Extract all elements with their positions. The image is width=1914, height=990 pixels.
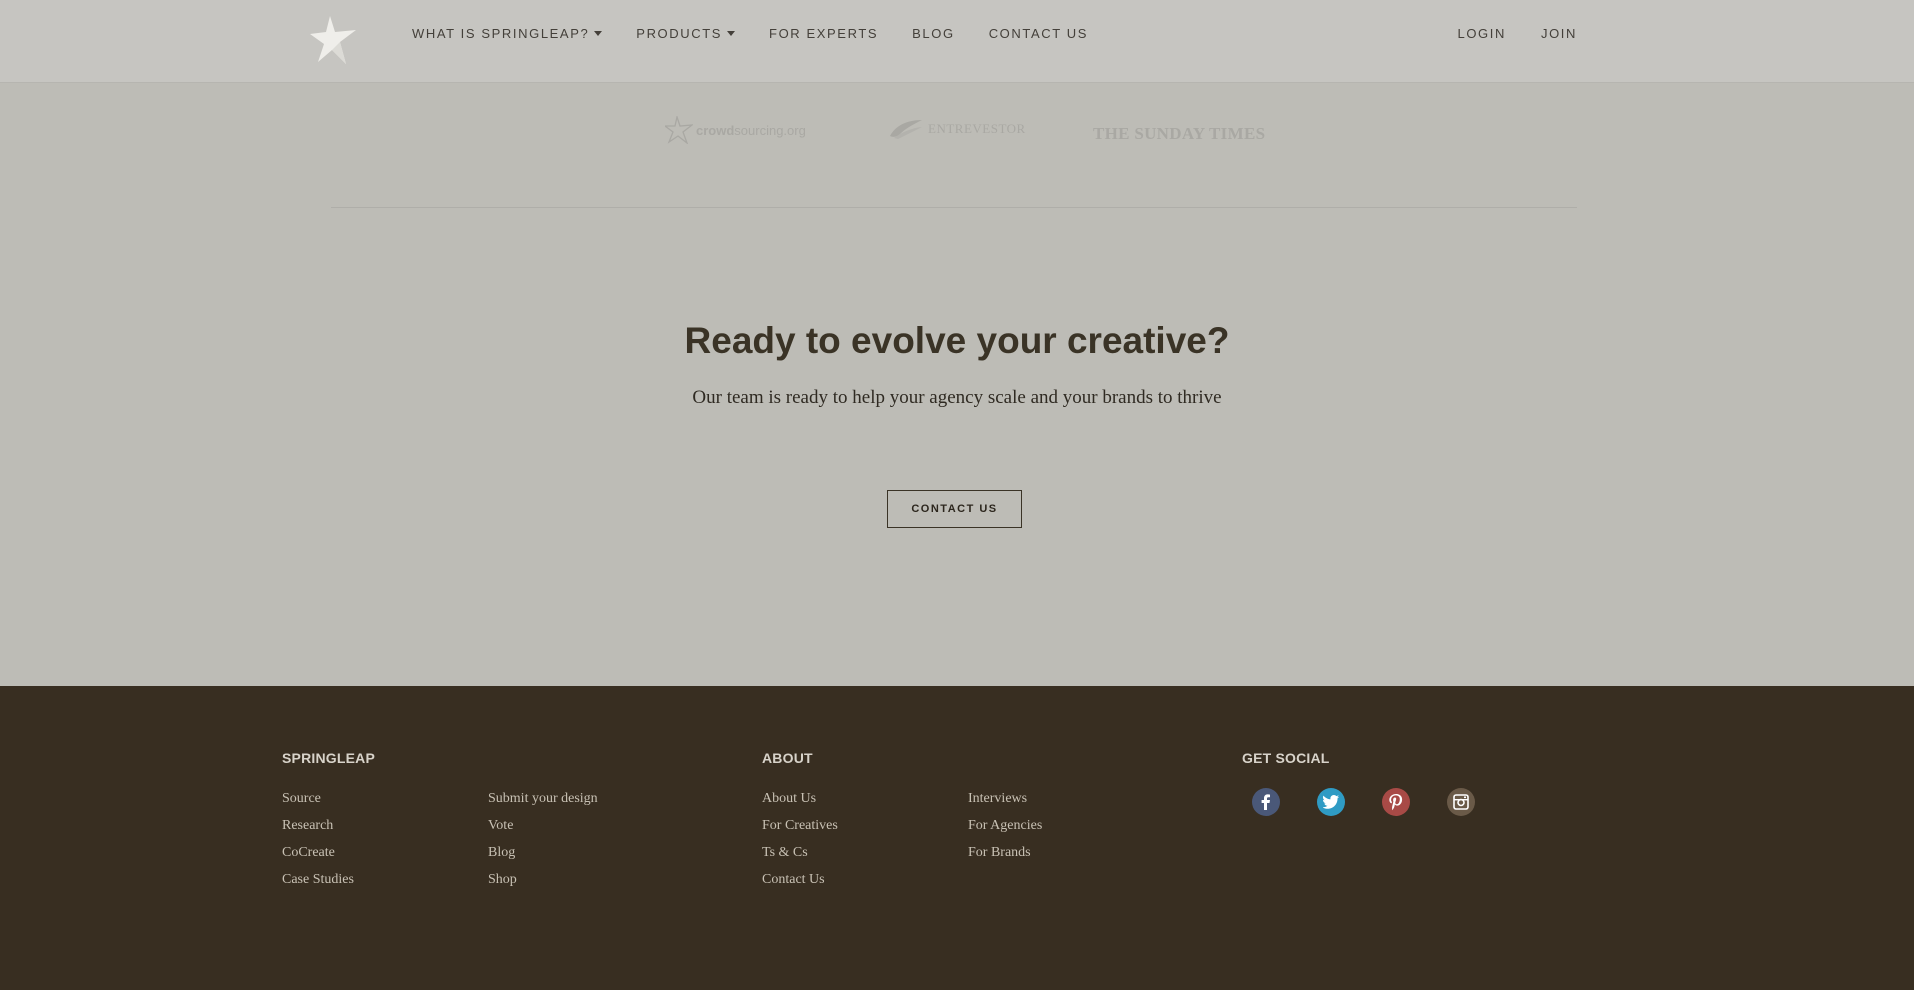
footer-link-ts-cs[interactable]: Ts & Cs: [762, 844, 838, 862]
footer-link-for-brands[interactable]: For Brands: [968, 844, 1042, 862]
footer-springleap-col2: Submit your design Vote Blog Shop: [488, 790, 598, 889]
footer-link-about-us[interactable]: About Us: [762, 790, 838, 808]
footer-link-submit-design[interactable]: Submit your design: [488, 790, 598, 808]
springleap-logo-icon[interactable]: [310, 14, 360, 66]
cta-title: Ready to evolve your creative?: [684, 320, 1230, 361]
login-link[interactable]: LOGIN: [1458, 26, 1506, 41]
pinterest-icon[interactable]: [1382, 788, 1410, 816]
nav-label: CONTACT US: [988, 26, 1088, 41]
nav-for-experts[interactable]: FOR EXPERTS: [769, 26, 878, 41]
chevron-down-icon: [594, 31, 603, 36]
footer-heading-social: GET SOCIAL: [1242, 750, 1330, 766]
instagram-icon[interactable]: [1447, 788, 1475, 816]
entrevestor-text: ENTREVESTOR: [928, 121, 1026, 136]
facebook-icon[interactable]: [1252, 788, 1280, 816]
footer-link-cocreate[interactable]: CoCreate: [282, 844, 354, 862]
footer-springleap-col1: Source Research CoCreate Case Studies: [282, 790, 354, 889]
footer-heading-springleap: SPRINGLEAP: [282, 750, 376, 766]
contact-us-button[interactable]: CONTACT US: [887, 490, 1022, 528]
nav-products[interactable]: PRODUCTS: [636, 26, 736, 41]
sunday-times-logo: THE SUNDAY TIMES: [1093, 124, 1266, 143]
footer-link-for-creatives[interactable]: For Creatives: [762, 817, 838, 835]
footer-link-shop[interactable]: Shop: [488, 871, 598, 889]
site-footer: SPRINGLEAP Source Research CoCreate Case…: [0, 686, 1914, 990]
footer-link-contact-us[interactable]: Contact Us: [762, 871, 838, 889]
footer-link-interviews[interactable]: Interviews: [968, 790, 1042, 808]
footer-link-blog[interactable]: Blog: [488, 844, 598, 862]
footer-about-col2: Interviews For Agencies For Brands: [968, 790, 1042, 862]
main-nav: WHAT IS SPRINGLEAP? PRODUCTS FOR EXPERTS…: [412, 26, 1088, 41]
crowdsourcing-bold: crowd: [696, 122, 735, 138]
social-links: [1252, 788, 1475, 816]
footer-about-col1: About Us For Creatives Ts & Cs Contact U…: [762, 790, 838, 889]
auth-links: LOGIN JOIN: [1458, 26, 1577, 41]
press-logos: crowdsourcing.org ENTREVESTOR THE SUNDAY…: [0, 110, 1914, 150]
crowdsourcing-logo: crowdsourcing.org: [665, 116, 806, 144]
footer-link-vote[interactable]: Vote: [488, 817, 598, 835]
cta-subtitle: Our team is ready to help your agency sc…: [692, 387, 1222, 408]
nav-what-is-springleap[interactable]: WHAT IS SPRINGLEAP?: [412, 26, 603, 41]
footer-link-case-studies[interactable]: Case Studies: [282, 871, 354, 889]
footer-link-research[interactable]: Research: [282, 817, 354, 835]
crowdsourcing-star-icon: [665, 116, 693, 144]
nav-label: BLOG: [912, 26, 955, 41]
entrevestor-logo: ENTREVESTOR: [888, 118, 1026, 140]
nav-contact-us[interactable]: CONTACT US: [989, 26, 1088, 41]
footer-link-source[interactable]: Source: [282, 790, 354, 808]
nav-label: PRODUCTS: [636, 26, 723, 41]
footer-heading-about: ABOUT: [762, 750, 813, 766]
nav-label: WHAT IS SPRINGLEAP?: [412, 26, 590, 41]
chevron-down-icon: [727, 31, 736, 36]
footer-link-for-agencies[interactable]: For Agencies: [968, 817, 1042, 835]
site-header: WHAT IS SPRINGLEAP? PRODUCTS FOR EXPERTS…: [0, 0, 1914, 83]
join-link[interactable]: JOIN: [1541, 26, 1577, 41]
wing-icon: [890, 120, 922, 139]
twitter-icon[interactable]: [1317, 788, 1345, 816]
section-divider: [331, 207, 1577, 208]
crowdsourcing-rest: sourcing.org: [734, 122, 806, 138]
nav-label: FOR EXPERTS: [769, 26, 879, 41]
nav-blog[interactable]: BLOG: [912, 26, 955, 41]
